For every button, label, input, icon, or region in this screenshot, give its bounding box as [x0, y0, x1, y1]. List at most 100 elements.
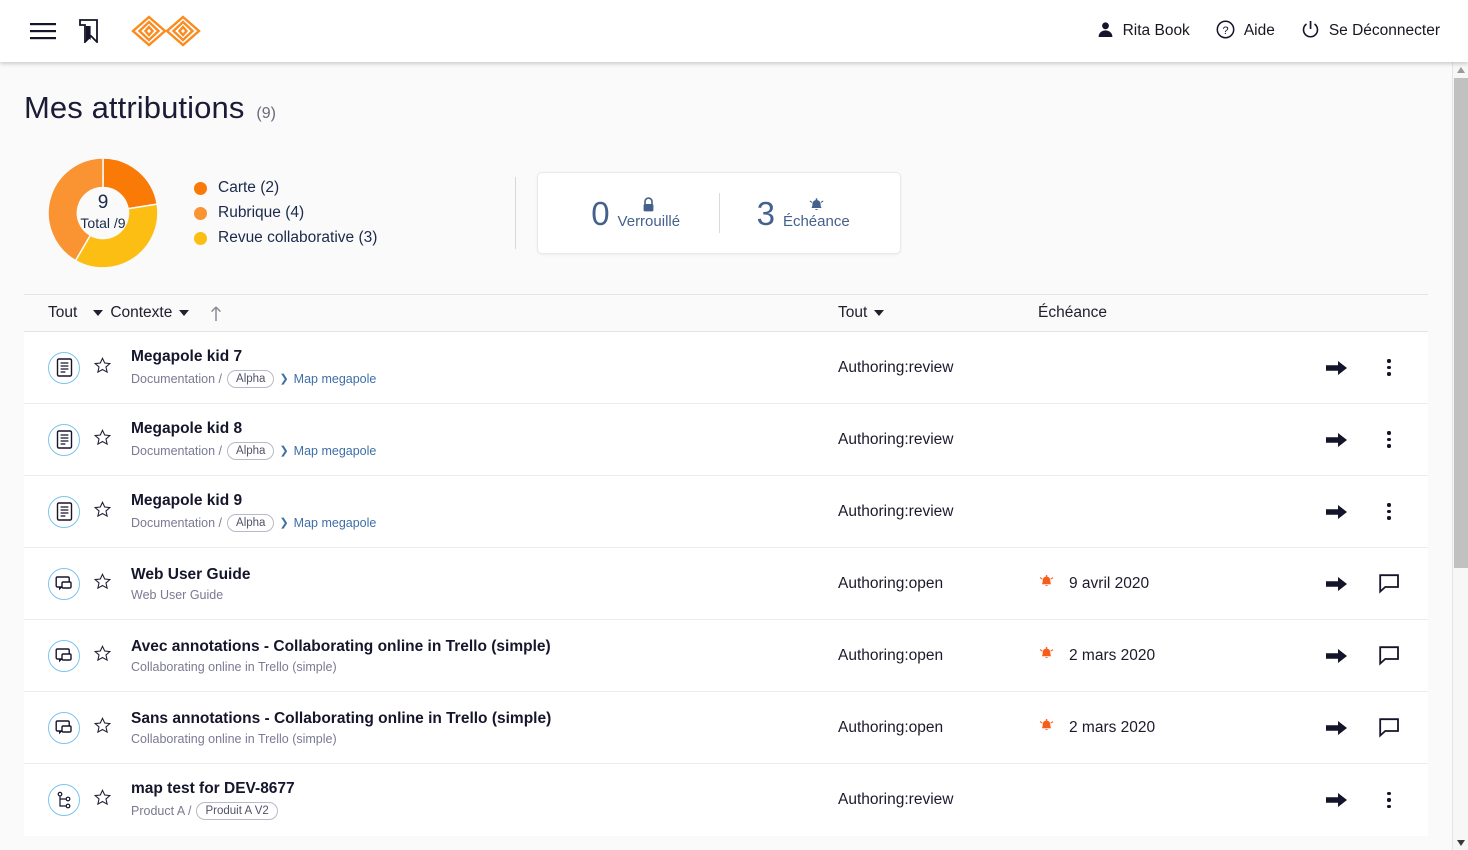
- row-title: Megapole kid 7: [131, 347, 243, 365]
- breadcrumb-pill: Alpha: [227, 441, 275, 460]
- row-due-date: 9 avril 2020: [1069, 574, 1150, 592]
- row-status: Authoring:review: [838, 430, 954, 448]
- row-due-cell: 2 mars 2020: [1038, 645, 1238, 667]
- arrow-forward-icon[interactable]: [1326, 357, 1348, 379]
- kebab-menu-icon[interactable]: [1378, 359, 1400, 376]
- favorite-star-icon[interactable]: [93, 428, 112, 451]
- scroll-down-arrow-icon[interactable]: [1453, 835, 1468, 850]
- user-name-label: Rita Book: [1122, 22, 1190, 39]
- stat-locked[interactable]: 0 Verrouillé: [552, 195, 719, 231]
- donut-center-label: 9 Total /9: [42, 152, 164, 274]
- comment-icon[interactable]: [1378, 717, 1400, 739]
- arrow-forward-icon[interactable]: [1326, 573, 1348, 595]
- arrow-forward-icon[interactable]: [1326, 501, 1348, 523]
- breadcrumb-link[interactable]: Map megapole: [294, 372, 377, 386]
- scroll-up-arrow-icon[interactable]: [1453, 62, 1468, 77]
- breadcrumb-pill: Produit A V2: [196, 802, 278, 820]
- arrow-forward-icon[interactable]: [1326, 717, 1348, 739]
- lock-icon: [641, 195, 656, 213]
- row-context-cell: Sans annotations - Collaborating online …: [24, 710, 838, 746]
- legend-label: Rubrique (4): [218, 204, 305, 221]
- arrow-forward-icon[interactable]: [1326, 645, 1348, 667]
- favorite-star-icon[interactable]: [93, 500, 112, 523]
- column-context-label: Contexte: [110, 304, 173, 321]
- kebab-menu-icon[interactable]: [1378, 431, 1400, 448]
- breadcrumb-prefix: Documentation /: [131, 515, 223, 530]
- row-context-cell: Megapole kid 8 Documentation / Alpha ❯ M…: [24, 420, 838, 460]
- chevron-right-icon: ❯: [279, 373, 289, 385]
- table-header-row: Tout Contexte Tout Échéance: [24, 294, 1428, 332]
- arrow-forward-icon[interactable]: [1326, 429, 1348, 451]
- legend-item-revue-collaborative[interactable]: Revue collaborative (3): [194, 229, 377, 247]
- table-row[interactable]: Avec annotations - Collaborating online …: [24, 620, 1428, 692]
- table-row[interactable]: Sans annotations - Collaborating online …: [24, 692, 1428, 764]
- stat-locked-label: Verrouillé: [617, 213, 681, 230]
- row-context-cell: Avec annotations - Collaborating online …: [24, 638, 838, 674]
- breadcrumb-pill: Alpha: [227, 513, 275, 532]
- legend-color-swatch: [194, 231, 207, 245]
- row-context-cell: Megapole kid 9 Documentation / Alpha ❯ M…: [24, 492, 838, 532]
- table-row[interactable]: Megapole kid 7 Documentation / Alpha ❯ M…: [24, 332, 1428, 404]
- donut-total-label: Total /9: [80, 215, 126, 231]
- table-row[interactable]: Megapole kid 8 Documentation / Alpha ❯ M…: [24, 404, 1428, 476]
- column-context-dropdown[interactable]: Contexte: [93, 304, 190, 322]
- row-status: Authoring:review: [838, 358, 954, 376]
- favorite-star-icon[interactable]: [93, 572, 112, 595]
- user-avatar-icon: [1097, 21, 1114, 42]
- vertical-scrollbar[interactable]: [1452, 62, 1468, 850]
- legend-item-rubrique[interactable]: Rubrique (4): [194, 204, 377, 222]
- favorite-star-icon[interactable]: [93, 716, 112, 739]
- favorite-star-icon[interactable]: [93, 356, 112, 379]
- row-status: Authoring:review: [838, 791, 954, 808]
- user-account-button[interactable]: Rita Book: [1097, 21, 1190, 42]
- breadcrumb-link[interactable]: Map megapole: [294, 516, 377, 530]
- help-button[interactable]: ? Aide: [1216, 20, 1275, 43]
- page-scroll-region: Mes attributions (9) 9 Total /9 Carte (2…: [0, 62, 1468, 850]
- row-due-date: 2 mars 2020: [1069, 646, 1156, 664]
- favorite-star-icon[interactable]: [93, 789, 112, 811]
- scrollbar-thumb[interactable]: [1454, 78, 1468, 568]
- row-actions: [1238, 501, 1428, 523]
- due-bell-icon: [1038, 717, 1055, 739]
- arrow-forward-icon[interactable]: [1326, 789, 1348, 811]
- sort-ascending-icon[interactable]: [209, 305, 223, 322]
- table-row[interactable]: Web User Guide Web User Guide Authoring:…: [24, 548, 1428, 620]
- review-comment-icon: [48, 639, 80, 672]
- top-navigation-bar: Rita Book ? Aide Se Déconnecter: [0, 0, 1468, 62]
- help-label: Aide: [1243, 22, 1275, 39]
- row-title: Sans annotations - Collaborating online …: [131, 709, 552, 727]
- chevron-down-icon: [93, 310, 104, 316]
- map-tree-icon: [48, 784, 80, 816]
- legend-item-carte[interactable]: Carte (2): [194, 179, 377, 197]
- filter-all-context-dropdown[interactable]: Tout: [48, 304, 77, 322]
- row-status: Authoring:open: [838, 574, 944, 592]
- kebab-menu-icon[interactable]: [1378, 503, 1400, 520]
- due-bell-icon: [1038, 573, 1055, 595]
- due-bell-icon: [1038, 645, 1055, 667]
- row-breadcrumb: Web User Guide: [131, 588, 250, 602]
- summary-band: 9 Total /9 Carte (2) Rubrique (4) Revue …: [0, 148, 1452, 278]
- svg-text:?: ?: [1222, 25, 1228, 37]
- breadcrumb-link[interactable]: Map megapole: [294, 444, 377, 458]
- donut-legend: Carte (2) Rubrique (4) Revue collaborati…: [194, 179, 377, 247]
- legend-color-swatch: [194, 206, 207, 220]
- legend-label: Revue collaborative (3): [218, 229, 378, 246]
- filter-all-status-dropdown[interactable]: Tout: [838, 304, 885, 322]
- logout-button[interactable]: Se Déconnecter: [1301, 20, 1440, 43]
- comment-icon[interactable]: [1378, 645, 1400, 667]
- favorite-star-icon[interactable]: [93, 644, 112, 667]
- hamburger-menu-icon[interactable]: [30, 22, 56, 40]
- table-row[interactable]: map test for DEV-8677 Product A / Produi…: [24, 764, 1428, 836]
- logout-label: Se Déconnecter: [1328, 22, 1440, 39]
- table-row[interactable]: Megapole kid 9 Documentation / Alpha ❯ M…: [24, 476, 1428, 548]
- comment-icon[interactable]: [1378, 573, 1400, 595]
- stat-due[interactable]: 3 Échéance: [720, 195, 887, 231]
- review-comment-icon: [48, 711, 80, 744]
- breadcrumb-prefix: Collaborating online in Trello (simple): [131, 659, 337, 674]
- chevron-down-icon: [179, 310, 190, 316]
- chevron-right-icon: ❯: [279, 517, 289, 529]
- bookmark-icon[interactable]: [78, 19, 99, 43]
- brand-logo-icon[interactable]: [129, 13, 203, 49]
- filter-all-context-label: Tout: [48, 304, 78, 321]
- kebab-menu-icon[interactable]: [1378, 791, 1400, 809]
